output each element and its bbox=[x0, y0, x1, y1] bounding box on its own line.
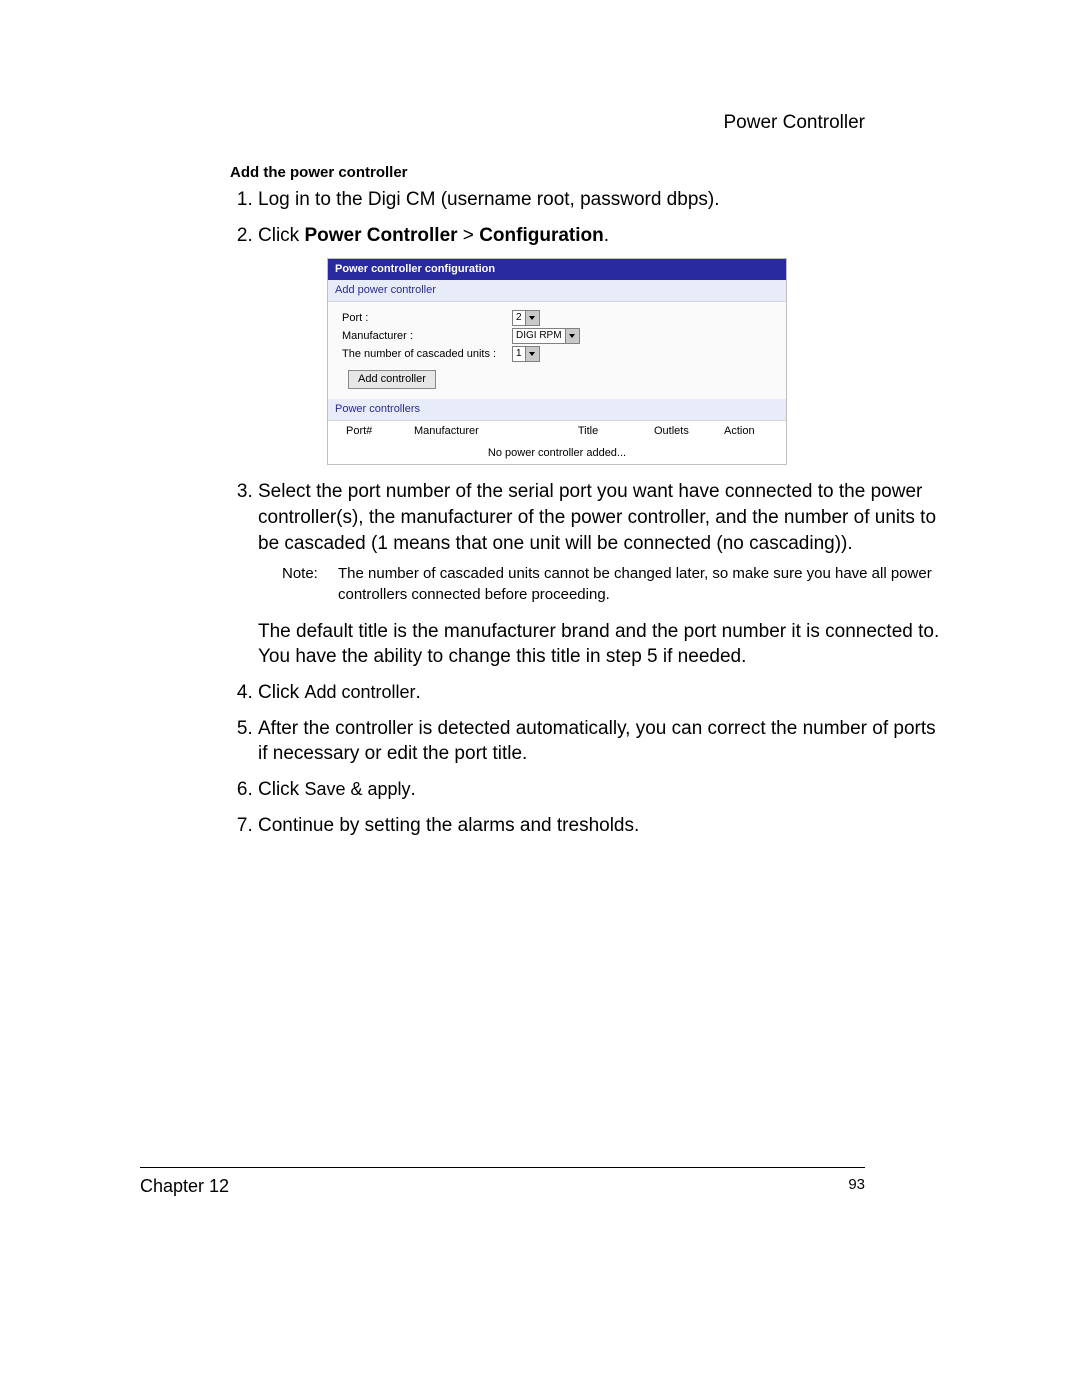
cascaded-select[interactable]: 1 bbox=[512, 346, 540, 362]
manufacturer-select-value: DIGI RPM bbox=[516, 329, 562, 343]
step-2-a: Click bbox=[258, 225, 304, 246]
step-6: Click Save & apply. bbox=[258, 777, 940, 803]
step-2-d: Configuration bbox=[479, 225, 604, 246]
step-2-e: . bbox=[604, 225, 609, 246]
step-4-b: Add controller bbox=[304, 682, 415, 702]
section-heading: Add the power controller bbox=[230, 164, 940, 181]
step-5-text: After the controller is detected automat… bbox=[258, 718, 936, 765]
step-1-text: Log in to the Digi CM (username root, pa… bbox=[258, 189, 720, 210]
th-outlets: Outlets bbox=[648, 421, 718, 442]
th-title: Title bbox=[528, 421, 648, 442]
add-controller-button[interactable]: Add controller bbox=[348, 370, 436, 389]
step-2-c: > bbox=[458, 225, 480, 246]
step-3-para2: The default title is the manufacturer br… bbox=[258, 619, 940, 670]
table-empty-message: No power controller added... bbox=[328, 442, 786, 465]
step-7: Continue by setting the alarms and tresh… bbox=[258, 813, 940, 839]
port-select[interactable]: 2 bbox=[512, 310, 540, 326]
ss-titlebar: Power controller configuration bbox=[328, 259, 786, 280]
controllers-table: Port# Manufacturer Title Outlets Action bbox=[328, 421, 786, 442]
step-5: After the controller is detected automat… bbox=[258, 716, 940, 767]
step-2: Click Power Controller > Configuration. … bbox=[258, 223, 940, 466]
step-1: Log in to the Digi CM (username root, pa… bbox=[258, 187, 940, 213]
chevron-down-icon bbox=[525, 311, 539, 325]
note-label: Note: bbox=[282, 564, 338, 605]
footer-chapter: Chapter 12 bbox=[140, 1176, 229, 1197]
port-select-value: 2 bbox=[516, 311, 522, 325]
step-6-b: Save & apply bbox=[304, 779, 410, 799]
ss-add-section-header: Add power controller bbox=[328, 280, 786, 302]
page-footer: Chapter 12 93 bbox=[140, 1167, 865, 1197]
ss-list-section-header: Power controllers bbox=[328, 399, 786, 421]
step-3-text: Select the port number of the serial por… bbox=[258, 481, 936, 553]
step-6-c: . bbox=[411, 779, 416, 800]
chevron-down-icon bbox=[525, 347, 539, 361]
table-header-row: Port# Manufacturer Title Outlets Action bbox=[328, 421, 786, 442]
manufacturer-label: Manufacturer : bbox=[342, 329, 512, 344]
note-text: The number of cascaded units cannot be c… bbox=[338, 564, 940, 605]
th-manufacturer: Manufacturer bbox=[408, 421, 528, 442]
th-port: Port# bbox=[328, 421, 408, 442]
step-4-a: Click bbox=[258, 682, 304, 703]
config-screenshot: Power controller configuration Add power… bbox=[327, 258, 787, 465]
step-7-text: Continue by setting the alarms and tresh… bbox=[258, 815, 639, 836]
step-4: Click Add controller. bbox=[258, 680, 940, 706]
cascaded-select-value: 1 bbox=[516, 347, 522, 361]
port-label: Port : bbox=[342, 311, 512, 326]
page-header: Power Controller bbox=[724, 112, 866, 134]
step-4-c: . bbox=[416, 682, 421, 703]
footer-page-number: 93 bbox=[848, 1176, 865, 1197]
th-action: Action bbox=[718, 421, 786, 442]
step-6-a: Click bbox=[258, 779, 304, 800]
chevron-down-icon bbox=[565, 329, 579, 343]
step-2-b: Power Controller bbox=[304, 225, 457, 246]
step-3: Select the port number of the serial por… bbox=[258, 479, 940, 670]
cascaded-label: The number of cascaded units : bbox=[342, 347, 512, 362]
note-block: Note: The number of cascaded units canno… bbox=[282, 564, 940, 605]
manufacturer-select[interactable]: DIGI RPM bbox=[512, 328, 580, 344]
